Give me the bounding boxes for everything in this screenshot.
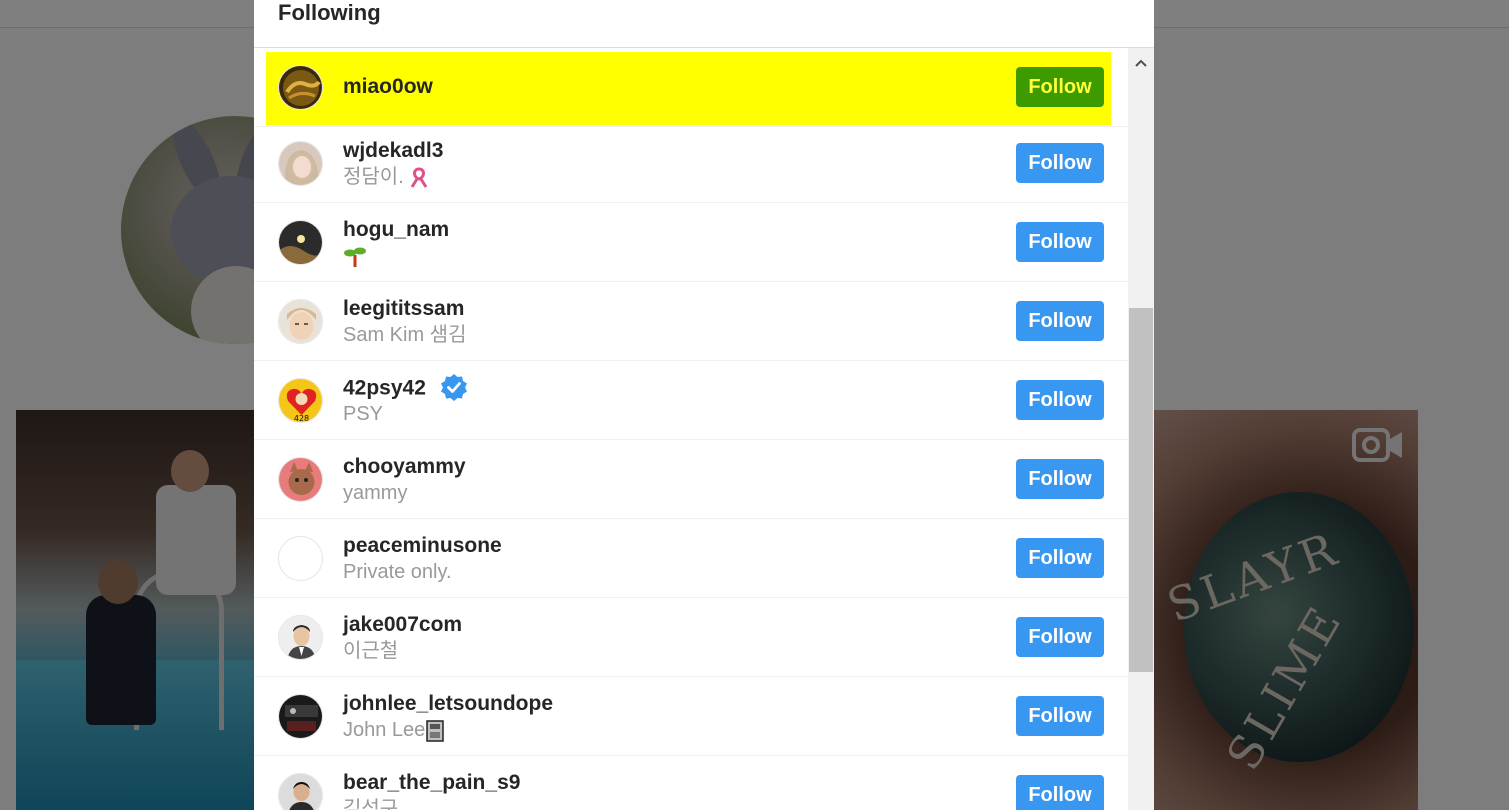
username[interactable]: leegititssam <box>343 296 464 322</box>
avatar-icon[interactable]: 428 <box>278 378 323 423</box>
full-name: 김성구 <box>343 798 399 810</box>
follow-button[interactable]: Follow <box>1016 143 1104 183</box>
full-name: Sam Kim 샘김 <box>343 324 467 346</box>
username[interactable]: jake007com <box>343 612 462 638</box>
list-item[interactable]: 428 42psy42 PSY Follow <box>254 361 1128 440</box>
username[interactable]: miao0ow <box>343 74 433 100</box>
verified-badge-icon <box>440 374 467 401</box>
scroll-up-arrow-icon[interactable] <box>1128 48 1154 78</box>
modal-header: Following <box>254 0 1154 48</box>
list-item[interactable]: bear_the_pain_s9 김성구 Follow <box>254 756 1128 810</box>
list-item[interactable]: johnlee_letsoundope John Lee Follow <box>254 677 1128 756</box>
avatar-icon[interactable] <box>278 299 323 344</box>
box-icon <box>426 719 445 742</box>
avatar-icon[interactable] <box>278 694 323 739</box>
following-list[interactable]: miao0ow Follow wjdekadl3 정담이. Follow hog… <box>254 48 1128 810</box>
ribbon-icon <box>411 167 428 188</box>
list-item[interactable]: miao0ow Follow <box>254 48 1128 127</box>
full-name: John Lee <box>343 718 445 742</box>
follow-button[interactable]: Follow <box>1016 301 1104 341</box>
full-name: Private only. <box>343 561 452 583</box>
svg-text:428: 428 <box>294 414 309 423</box>
username[interactable]: peaceminusone <box>343 533 502 559</box>
username-text[interactable]: 42psy42 <box>343 377 426 400</box>
list-item[interactable]: jake007com 이근철 Follow <box>254 598 1128 677</box>
following-modal: Following miao0ow Follow wjdekadl3 정담이. … <box>254 0 1154 810</box>
scrollbar-thumb[interactable] <box>1129 308 1153 672</box>
follow-button[interactable]: Follow <box>1016 617 1104 657</box>
full-name: 정담이. <box>343 165 429 189</box>
full-name <box>343 244 367 269</box>
full-name-text: 정담이. <box>343 166 404 188</box>
full-name: 이근철 <box>343 640 399 662</box>
follow-button[interactable]: Follow <box>1016 67 1104 107</box>
username[interactable]: johnlee_letsoundope <box>343 691 553 717</box>
avatar-icon[interactable] <box>278 773 323 810</box>
full-name: yammy <box>343 482 408 504</box>
modal-title: Following <box>278 0 381 25</box>
username[interactable]: chooyammy <box>343 454 466 480</box>
follow-button[interactable]: Follow <box>1016 222 1104 262</box>
list-item[interactable]: wjdekadl3 정담이. Follow <box>254 124 1128 203</box>
follow-button[interactable]: Follow <box>1016 538 1104 578</box>
follow-button[interactable]: Follow <box>1016 459 1104 499</box>
avatar-icon[interactable] <box>278 141 323 186</box>
follow-button[interactable]: Follow <box>1016 696 1104 736</box>
avatar-icon[interactable] <box>278 536 323 581</box>
avatar-icon[interactable] <box>278 220 323 265</box>
list-item[interactable]: chooyammy yammy Follow <box>254 440 1128 519</box>
username[interactable]: hogu_nam <box>343 217 449 243</box>
sprout-icon <box>344 247 366 267</box>
follow-button[interactable]: Follow <box>1016 380 1104 420</box>
username[interactable]: bear_the_pain_s9 <box>343 770 520 796</box>
follow-button[interactable]: Follow <box>1016 775 1104 810</box>
username[interactable]: 42psy42 <box>343 374 468 403</box>
avatar-icon[interactable] <box>278 65 323 110</box>
full-name-text: John Lee <box>343 719 426 741</box>
list-item[interactable]: leegititssam Sam Kim 샘김 Follow <box>254 282 1128 361</box>
username[interactable]: wjdekadl3 <box>343 138 443 164</box>
scrollbar[interactable] <box>1128 48 1154 810</box>
avatar-icon[interactable] <box>278 615 323 660</box>
list-item[interactable]: hogu_nam Follow <box>254 203 1128 282</box>
full-name: PSY <box>343 403 384 425</box>
list-item[interactable]: peaceminusone Private only. Follow <box>254 519 1128 598</box>
avatar-icon[interactable] <box>278 457 323 502</box>
